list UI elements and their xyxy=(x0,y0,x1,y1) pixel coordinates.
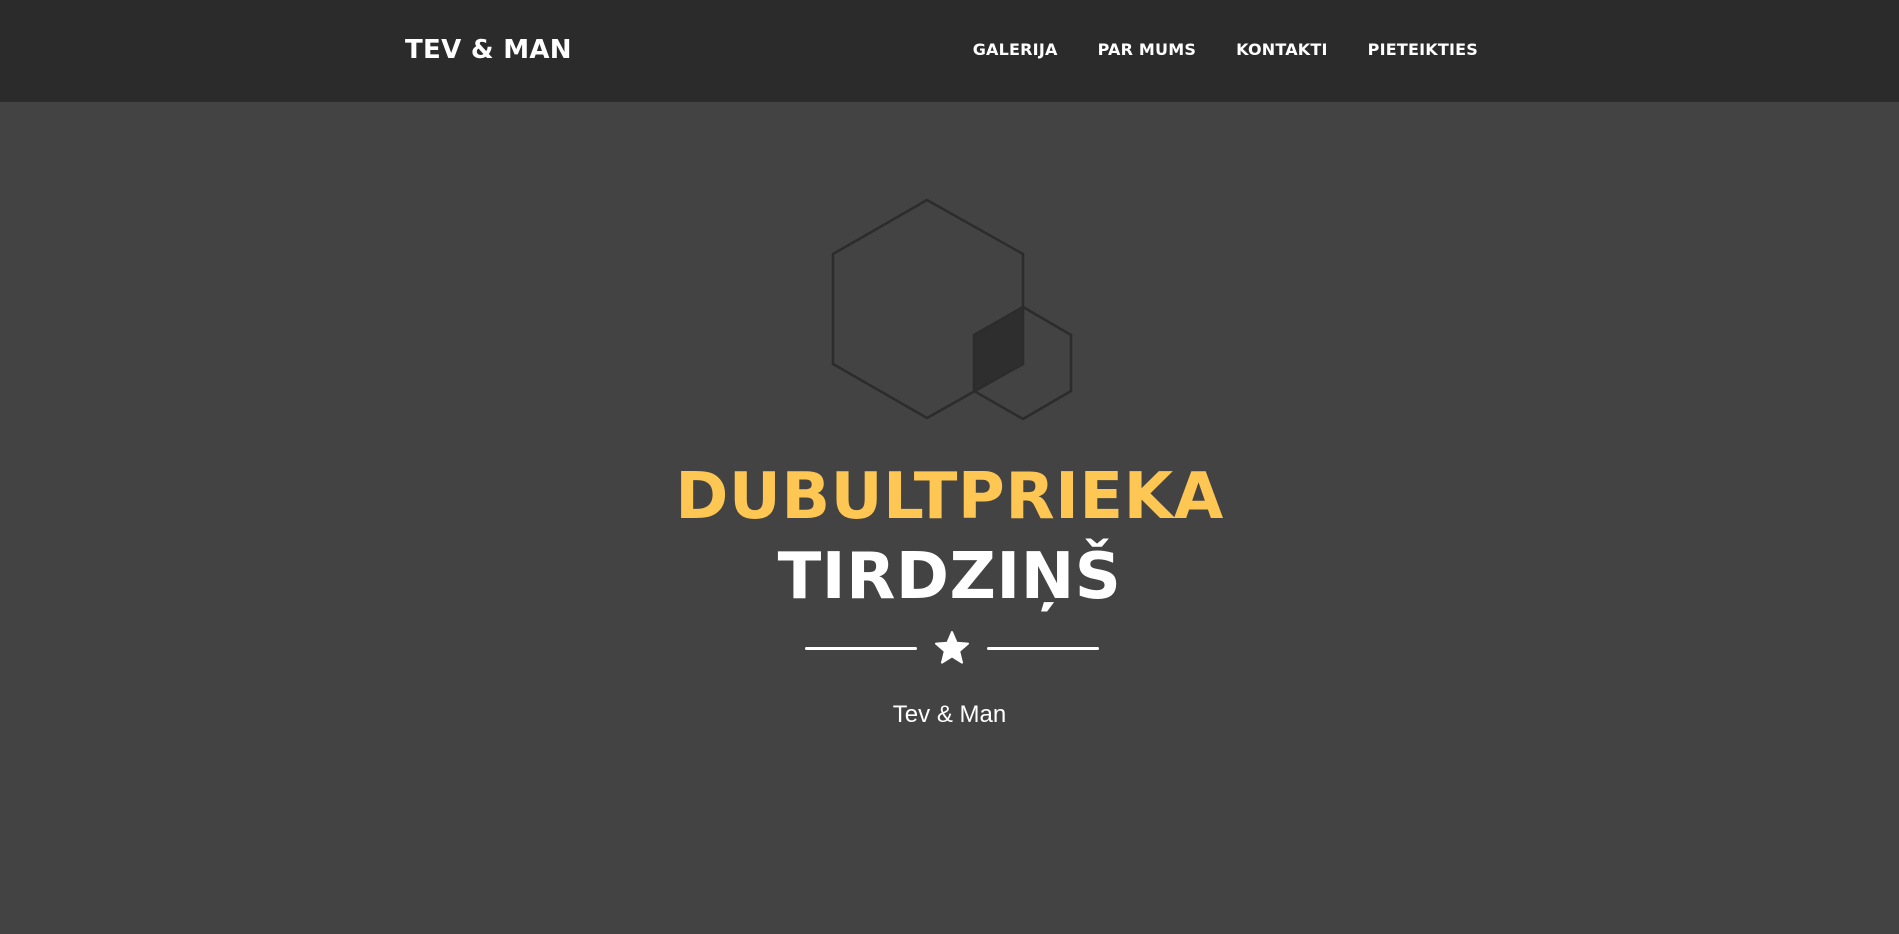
divider-line-left xyxy=(805,647,917,650)
brand-logo[interactable]: TEV & MAN xyxy=(405,34,572,66)
navbar: TEV & MAN GALERIJA PAR MUMS KONTAKTI PIE… xyxy=(0,0,1899,102)
nav-link-galerija[interactable]: GALERIJA xyxy=(973,38,1058,62)
hexagon-logo-icon xyxy=(831,198,1073,421)
nav-link-par-mums[interactable]: PAR MUMS xyxy=(1098,38,1197,62)
divider-line-right xyxy=(987,647,1099,650)
nav-menu: GALERIJA PAR MUMS KONTAKTI PIETEIKTIES xyxy=(973,38,1478,62)
star-divider xyxy=(805,630,1099,666)
nav-link-kontakti[interactable]: KONTAKTI xyxy=(1236,38,1328,62)
hero-title-line2: TIRDZIŅŠ xyxy=(777,540,1122,614)
hero-subtitle: Tev & Man xyxy=(892,701,1007,728)
star-icon xyxy=(935,631,969,664)
nav-link-pieteikties[interactable]: PIETEIKTIES xyxy=(1368,38,1478,62)
hero-title-line1: DUBULTPRIEKA xyxy=(675,460,1224,534)
